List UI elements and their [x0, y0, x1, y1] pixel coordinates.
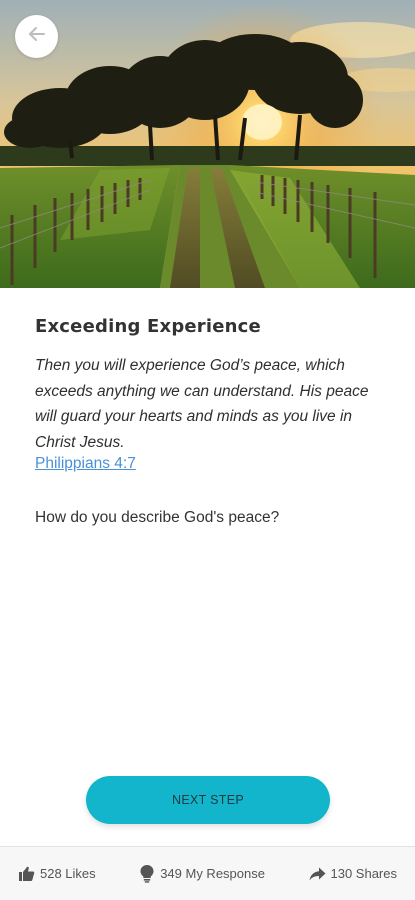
next-step-label: NEXT STEP [172, 793, 244, 807]
reflection-question: How do you describe God's peace? [35, 509, 280, 526]
lightbulb-icon [139, 864, 155, 883]
back-button[interactable] [15, 15, 58, 58]
likes-button[interactable]: 528 Likes [18, 866, 96, 882]
devotion-content: Exceeding Experience Then you will exper… [35, 316, 385, 527]
arrow-left-icon [27, 24, 47, 49]
scripture-verse: Then you will experience God’s peace, wh… [35, 357, 369, 451]
bottom-action-bar: 528 Likes 349 My Response 130 Shares [0, 846, 415, 900]
responses-count: 349 My Response [160, 866, 265, 881]
hero-image [0, 0, 415, 288]
my-response-button[interactable]: 349 My Response [139, 864, 265, 883]
thumbs-up-icon [18, 866, 35, 882]
share-arrow-icon [309, 867, 326, 881]
shares-button[interactable]: 130 Shares [309, 866, 398, 881]
likes-count: 528 Likes [40, 866, 96, 881]
scripture-reference-link[interactable]: Philippians 4:7 [35, 455, 136, 473]
devotion-title: Exceeding Experience [35, 316, 261, 337]
next-step-button[interactable]: NEXT STEP [86, 776, 330, 824]
shares-count: 130 Shares [330, 866, 398, 881]
